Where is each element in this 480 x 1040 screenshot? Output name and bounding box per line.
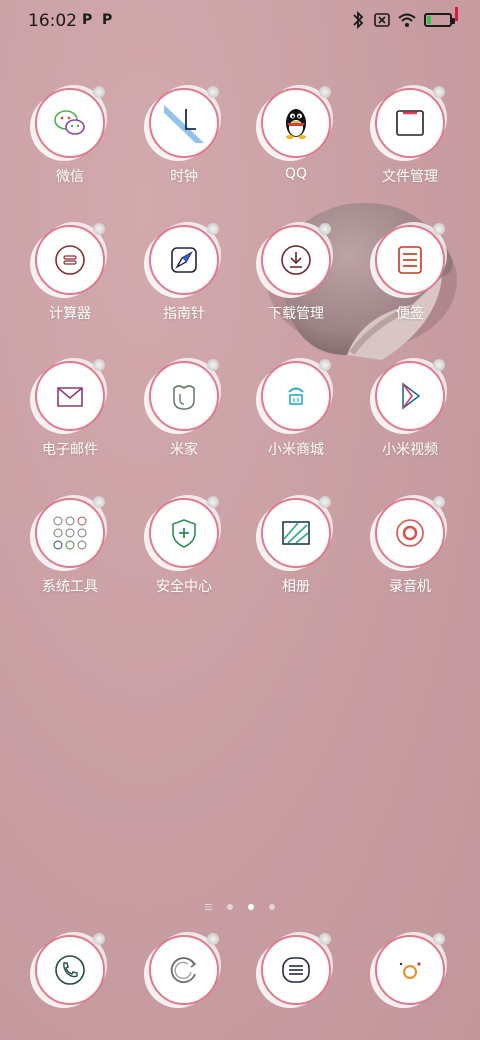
- page-indicator[interactable]: [0, 896, 480, 910]
- app-label: 微信: [56, 169, 84, 185]
- app-security-center[interactable]: 安全中心: [134, 496, 234, 596]
- app-gallery[interactable]: 相册: [246, 496, 346, 596]
- app-label: 便签: [396, 306, 424, 322]
- app-email[interactable]: 电子邮件: [20, 359, 120, 459]
- page-dot[interactable]: [226, 903, 233, 910]
- app-compass[interactable]: 指南针: [134, 223, 234, 323]
- bluetooth-icon: [353, 10, 364, 30]
- compass-icon: [171, 247, 197, 273]
- app-mi-store[interactable]: 小米商城: [246, 359, 346, 459]
- status-bar: 16:02 P P: [0, 0, 480, 44]
- browser-icon: [170, 957, 197, 983]
- app-notes[interactable]: 便签: [360, 223, 460, 323]
- app-label: 系统工具: [42, 579, 98, 595]
- gallery-icon: [282, 521, 310, 545]
- camera-icon: [399, 962, 421, 979]
- app-label: 下载管理: [268, 306, 324, 322]
- app-recorder[interactable]: 录音机: [360, 496, 460, 596]
- wifi-icon: [398, 13, 416, 27]
- dock-phone[interactable]: [20, 933, 120, 1005]
- app-label: 小米商城: [268, 442, 324, 458]
- app-qq[interactable]: QQ: [246, 86, 346, 182]
- app-mi-video[interactable]: 小米视频: [360, 359, 460, 459]
- battery-icon: [424, 13, 452, 27]
- app-label: 小米视频: [382, 442, 438, 458]
- phone-icon: [55, 955, 85, 985]
- app-label: 安全中心: [156, 579, 212, 595]
- folder-system-tools[interactable]: 系统工具: [20, 496, 120, 596]
- dock-messages[interactable]: [246, 933, 346, 1005]
- recorder-icon: [396, 519, 424, 547]
- app-mijia[interactable]: 米家: [134, 359, 234, 459]
- battery-level: [427, 16, 431, 24]
- app-label: 电子邮件: [42, 442, 98, 458]
- security-shield-icon: [172, 519, 196, 548]
- app-download-manager[interactable]: 下载管理: [246, 223, 346, 323]
- qq-penguin-icon: [286, 109, 306, 139]
- mijia-icon: [173, 385, 195, 410]
- mail-icon: [57, 387, 83, 407]
- app-calculator[interactable]: 计算器: [20, 223, 120, 323]
- app-label: 相册: [282, 579, 310, 595]
- notes-icon: [398, 246, 422, 274]
- page-dot-minus-one[interactable]: [204, 903, 212, 910]
- app-wechat[interactable]: 微信: [20, 86, 120, 186]
- page-dot-active[interactable]: [248, 903, 255, 910]
- app-label: 录音机: [389, 579, 431, 595]
- app-label: QQ: [284, 166, 308, 182]
- messages-icon: [282, 957, 310, 983]
- mi-store-icon: [288, 387, 304, 405]
- app-label: 文件管理: [382, 169, 438, 185]
- download-icon: [281, 245, 311, 275]
- notification-badge: P: [102, 12, 113, 28]
- app-label: 指南针: [163, 306, 205, 322]
- clock-icon: [164, 104, 204, 143]
- status-time: 16:02: [28, 11, 77, 31]
- folder-system-tools-icon: [53, 516, 87, 550]
- mi-video-icon: [402, 382, 421, 410]
- app-label: 计算器: [49, 306, 91, 322]
- charging-indicator: [455, 7, 458, 21]
- notification-badge: P: [82, 12, 93, 28]
- app-label: 时钟: [170, 169, 198, 185]
- calculator-icon: [55, 245, 85, 275]
- no-sim-icon: [374, 13, 390, 27]
- app-clock[interactable]: 时钟: [134, 86, 234, 186]
- wechat-icon: [54, 110, 85, 135]
- dock-browser[interactable]: [134, 933, 234, 1005]
- folder-icon: [396, 110, 424, 136]
- app-label: 米家: [170, 442, 198, 458]
- app-file-manager[interactable]: 文件管理: [360, 86, 460, 186]
- page-dot[interactable]: [269, 903, 276, 910]
- dock-camera[interactable]: [360, 933, 460, 1005]
